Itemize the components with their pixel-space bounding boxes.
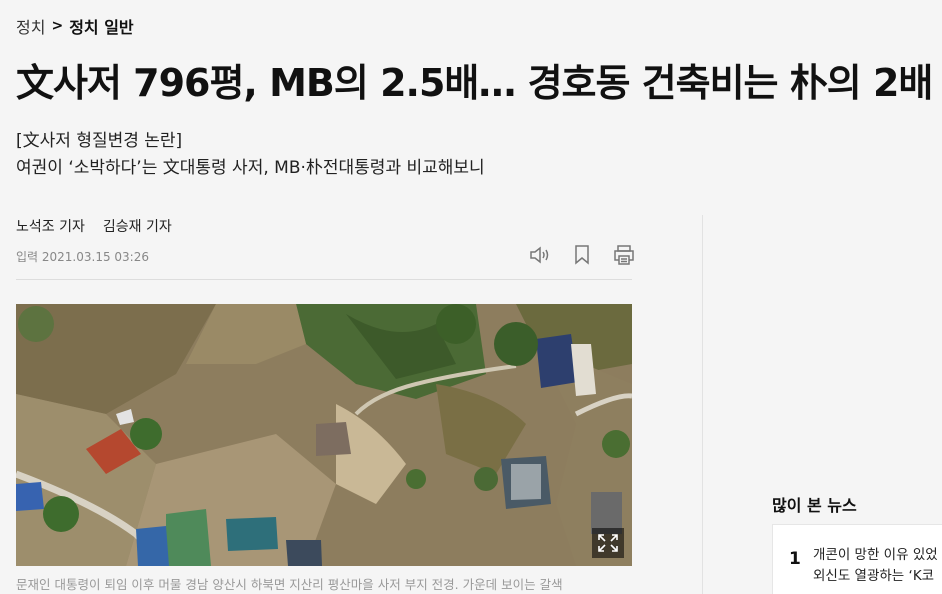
article-tools xyxy=(528,243,636,267)
header-divider xyxy=(16,279,632,280)
popular-news-item[interactable]: 1 개콘이 망한 이유 있었 외신도 열광하는 ‘K코 xyxy=(772,524,942,594)
popular-news-line: 개콘이 망한 이유 있었 xyxy=(813,547,938,563)
article-photo[interactable] xyxy=(16,304,632,566)
article-subtitles: [文사저 형질변경 논란] 여권이 ‘소박하다’는 文대통령 사저, MB·朴전… xyxy=(16,128,485,182)
photo-caption: 문재인 대통령이 퇴임 이후 머물 경남 양산시 하북면 지산리 평산마을 사저… xyxy=(16,577,563,592)
article-subtitle-kicker: [文사저 형질변경 논란] xyxy=(16,131,183,151)
breadcrumb-section-link[interactable]: 정치 xyxy=(16,14,45,38)
expand-icon[interactable] xyxy=(592,528,624,558)
breadcrumb: 정치 > 정치 일반 xyxy=(16,14,134,38)
publish-date: 입력 2021.03.15 03:26 xyxy=(16,250,149,264)
reporter-link[interactable]: 김승재 기자 xyxy=(103,216,172,236)
speaker-icon[interactable] xyxy=(528,243,552,267)
popular-news-title: 많이 본 뉴스 xyxy=(772,496,857,515)
popular-news-rank: 1 xyxy=(789,549,801,569)
bookmark-icon[interactable] xyxy=(570,243,594,267)
breadcrumb-subsection-link[interactable]: 정치 일반 xyxy=(69,14,133,38)
article-headline: 文사저 796평, MB의 2.5배… 경호동 건축비는 朴의 2배 xyxy=(16,61,933,105)
sidebar-divider xyxy=(702,215,703,594)
print-icon[interactable] xyxy=(612,243,636,267)
reporter-link[interactable]: 노석조 기자 xyxy=(16,216,85,236)
aerial-photo-illustration xyxy=(16,304,632,566)
article-subtitle-deck: 여권이 ‘소박하다’는 文대통령 사저, MB·朴전대통령과 비교해보니 xyxy=(16,158,485,178)
chevron-right-icon: > xyxy=(51,18,64,34)
bylines: 노석조 기자 김승재 기자 xyxy=(16,216,172,236)
popular-news-line: 외신도 열광하는 ‘K코 xyxy=(813,568,935,584)
popular-news-text[interactable]: 개콘이 망한 이유 있었 외신도 열광하는 ‘K코 xyxy=(813,545,942,587)
